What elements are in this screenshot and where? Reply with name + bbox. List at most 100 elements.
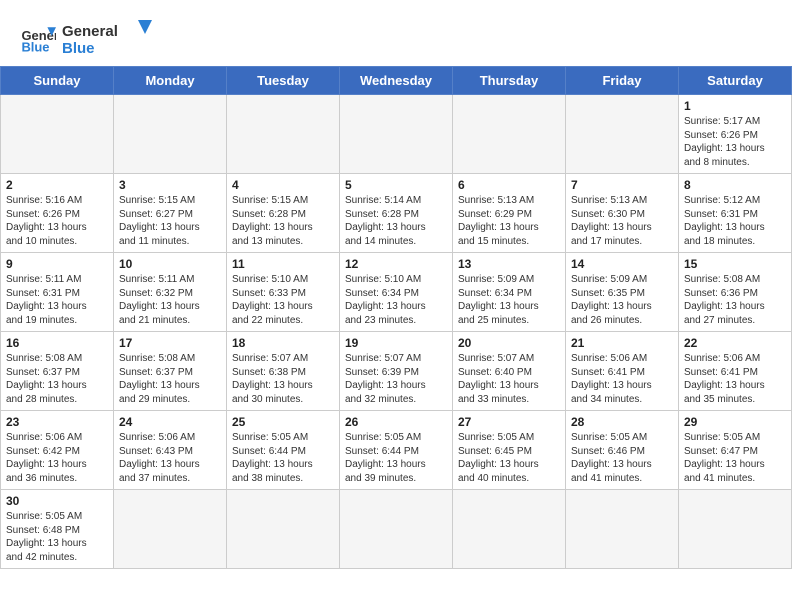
day-number: 18 (232, 336, 334, 350)
table-row: 18 Sunrise: 5:07 AM Sunset: 6:38 PM Dayli… (227, 332, 340, 411)
table-row (453, 95, 566, 174)
day-number: 16 (6, 336, 108, 350)
day-number: 12 (345, 257, 447, 271)
day-number: 23 (6, 415, 108, 429)
day-number: 5 (345, 178, 447, 192)
table-row (679, 490, 792, 569)
day-number: 17 (119, 336, 221, 350)
table-row (566, 95, 679, 174)
day-info: Sunrise: 5:10 AM Sunset: 6:34 PM Dayligh… (345, 273, 447, 327)
day-number: 25 (232, 415, 334, 429)
day-number: 13 (458, 257, 560, 271)
table-row: 10Sunrise: 5:11 AM Sunset: 6:32 PM Dayli… (114, 253, 227, 332)
day-number: 28 (571, 415, 673, 429)
day-info: Sunrise: 5:05 AM Sunset: 6:46 PM Dayligh… (571, 431, 673, 485)
day-number: 14 (571, 257, 673, 271)
day-info: Sunrise: 5:14 AM Sunset: 6:28 PM Dayligh… (345, 194, 447, 248)
day-info: Sunrise: 5:05 AM Sunset: 6:45 PM Dayligh… (458, 431, 560, 485)
day-info: Sunrise: 5:06 AM Sunset: 6:42 PM Dayligh… (6, 431, 108, 485)
day-number: 19 (345, 336, 447, 350)
day-number: 26 (345, 415, 447, 429)
table-row (227, 490, 340, 569)
day-number: 4 (232, 178, 334, 192)
table-row (340, 95, 453, 174)
table-row (227, 95, 340, 174)
day-number: 11 (232, 257, 334, 271)
table-row: 28 Sunrise: 5:05 AM Sunset: 6:46 PM Dayli… (566, 411, 679, 490)
table-row (453, 490, 566, 569)
table-row: 15Sunrise: 5:08 AM Sunset: 6:36 PM Dayli… (679, 253, 792, 332)
table-row: 19 Sunrise: 5:07 AM Sunset: 6:39 PM Dayli… (340, 332, 453, 411)
day-info: Sunrise: 5:11 AM Sunset: 6:31 PM Dayligh… (6, 273, 108, 327)
day-info: Sunrise: 5:05 AM Sunset: 6:47 PM Dayligh… (684, 431, 786, 485)
day-info: Sunrise: 5:07 AM Sunset: 6:40 PM Dayligh… (458, 352, 560, 406)
table-row: 13 Sunrise: 5:09 AM Sunset: 6:34 PM Dayli… (453, 253, 566, 332)
table-row: 25 Sunrise: 5:05 AM Sunset: 6:44 PM Dayli… (227, 411, 340, 490)
table-row: 26Sunrise: 5:05 AM Sunset: 6:44 PM Dayli… (340, 411, 453, 490)
table-row (114, 490, 227, 569)
table-row: 16 Sunrise: 5:08 AM Sunset: 6:37 PM Dayli… (1, 332, 114, 411)
day-info: Sunrise: 5:09 AM Sunset: 6:34 PM Dayligh… (458, 273, 560, 327)
header-wednesday: Wednesday (340, 67, 453, 95)
table-row: 6 Sunrise: 5:13 AM Sunset: 6:29 PM Daylig… (453, 174, 566, 253)
day-info: Sunrise: 5:06 AM Sunset: 6:43 PM Dayligh… (119, 431, 221, 485)
table-row: 7Sunrise: 5:13 AM Sunset: 6:30 PM Daylig… (566, 174, 679, 253)
table-row (114, 95, 227, 174)
table-row: 8 Sunrise: 5:12 AM Sunset: 6:31 PM Daylig… (679, 174, 792, 253)
calendar-table: Sunday Monday Tuesday Wednesday Thursday… (0, 66, 792, 569)
day-number: 2 (6, 178, 108, 192)
table-row: 12 Sunrise: 5:10 AM Sunset: 6:34 PM Dayli… (340, 253, 453, 332)
day-info: Sunrise: 5:08 AM Sunset: 6:37 PM Dayligh… (119, 352, 221, 406)
table-row: 29 Sunrise: 5:05 AM Sunset: 6:47 PM Dayli… (679, 411, 792, 490)
table-row: 17 Sunrise: 5:08 AM Sunset: 6:37 PM Dayli… (114, 332, 227, 411)
day-number: 29 (684, 415, 786, 429)
table-row: 2Sunrise: 5:16 AM Sunset: 6:26 PM Daylig… (1, 174, 114, 253)
table-row (1, 95, 114, 174)
day-number: 6 (458, 178, 560, 192)
table-row (340, 490, 453, 569)
table-row (566, 490, 679, 569)
day-number: 24 (119, 415, 221, 429)
header-tuesday: Tuesday (227, 67, 340, 95)
svg-text:Blue: Blue (21, 40, 49, 55)
day-info: Sunrise: 5:07 AM Sunset: 6:38 PM Dayligh… (232, 352, 334, 406)
day-number: 8 (684, 178, 786, 192)
day-number: 3 (119, 178, 221, 192)
table-row: 30 Sunrise: 5:05 AM Sunset: 6:48 PM Dayli… (1, 490, 114, 569)
header-saturday: Saturday (679, 67, 792, 95)
day-info: Sunrise: 5:08 AM Sunset: 6:37 PM Dayligh… (6, 352, 108, 406)
day-info: Sunrise: 5:17 AM Sunset: 6:26 PM Dayligh… (684, 115, 786, 169)
logo-svg: General Blue (62, 18, 152, 58)
day-number: 9 (6, 257, 108, 271)
header-monday: Monday (114, 67, 227, 95)
table-row: 9 Sunrise: 5:11 AM Sunset: 6:31 PM Daylig… (1, 253, 114, 332)
table-row: 23 Sunrise: 5:06 AM Sunset: 6:42 PM Dayli… (1, 411, 114, 490)
table-row: 21Sunrise: 5:06 AM Sunset: 6:41 PM Dayli… (566, 332, 679, 411)
table-row: 20 Sunrise: 5:07 AM Sunset: 6:40 PM Dayli… (453, 332, 566, 411)
header-sunday: Sunday (1, 67, 114, 95)
table-row: 1Sunrise: 5:17 AM Sunset: 6:26 PM Daylig… (679, 95, 792, 174)
day-info: Sunrise: 5:05 AM Sunset: 6:48 PM Dayligh… (6, 510, 108, 564)
page-header: General Blue General Blue (0, 0, 792, 66)
day-info: Sunrise: 5:12 AM Sunset: 6:31 PM Dayligh… (684, 194, 786, 248)
weekday-header-row: Sunday Monday Tuesday Wednesday Thursday… (1, 67, 792, 95)
day-number: 22 (684, 336, 786, 350)
day-info: Sunrise: 5:11 AM Sunset: 6:32 PM Dayligh… (119, 273, 221, 327)
day-info: Sunrise: 5:13 AM Sunset: 6:29 PM Dayligh… (458, 194, 560, 248)
table-row: 5 Sunrise: 5:14 AM Sunset: 6:28 PM Daylig… (340, 174, 453, 253)
day-info: Sunrise: 5:10 AM Sunset: 6:33 PM Dayligh… (232, 273, 334, 327)
day-number: 21 (571, 336, 673, 350)
day-info: Sunrise: 5:09 AM Sunset: 6:35 PM Dayligh… (571, 273, 673, 327)
day-number: 7 (571, 178, 673, 192)
day-info: Sunrise: 5:15 AM Sunset: 6:28 PM Dayligh… (232, 194, 334, 248)
table-row: 27Sunrise: 5:05 AM Sunset: 6:45 PM Dayli… (453, 411, 566, 490)
day-info: Sunrise: 5:05 AM Sunset: 6:44 PM Dayligh… (232, 431, 334, 485)
day-number: 30 (6, 494, 108, 508)
logo-icon: General Blue (20, 20, 56, 56)
day-info: Sunrise: 5:07 AM Sunset: 6:39 PM Dayligh… (345, 352, 447, 406)
header-friday: Friday (566, 67, 679, 95)
day-number: 20 (458, 336, 560, 350)
day-info: Sunrise: 5:15 AM Sunset: 6:27 PM Dayligh… (119, 194, 221, 248)
table-row: 3 Sunrise: 5:15 AM Sunset: 6:27 PM Daylig… (114, 174, 227, 253)
table-row: 4 Sunrise: 5:15 AM Sunset: 6:28 PM Daylig… (227, 174, 340, 253)
